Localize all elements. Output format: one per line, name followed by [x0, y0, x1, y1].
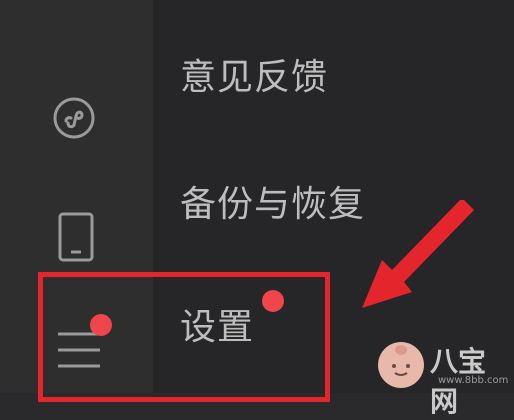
- watermark: 八宝网 www.8bb.com: [378, 340, 509, 418]
- highlight-box: [38, 272, 330, 402]
- mini-program-icon[interactable]: [52, 96, 96, 140]
- menu-item-feedback[interactable]: 意见反馈: [180, 48, 328, 100]
- red-arrow-annotation: [360, 198, 480, 320]
- watermark-logo-icon: [378, 342, 424, 388]
- phone-icon[interactable]: [58, 212, 94, 262]
- watermark-url: www.8bb.com: [438, 375, 509, 386]
- menu-item-backup-restore[interactable]: 备份与恢复: [180, 175, 365, 227]
